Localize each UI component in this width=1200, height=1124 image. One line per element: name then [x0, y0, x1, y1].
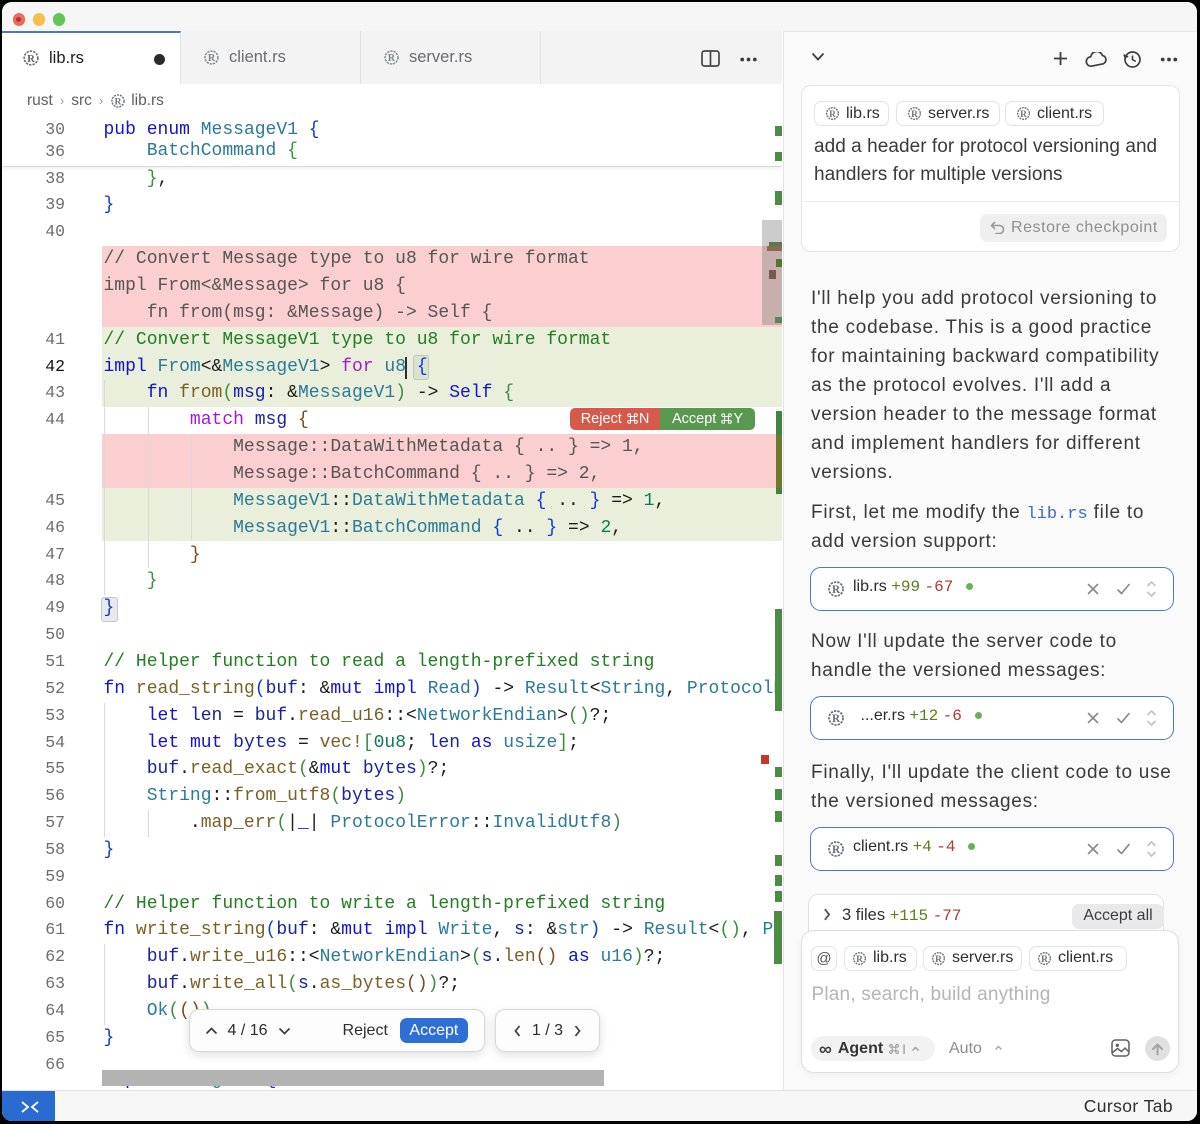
svg-text:R: R [831, 713, 840, 725]
svg-text:R: R [208, 53, 216, 64]
svg-text:R: R [935, 954, 942, 964]
svg-text:R: R [831, 844, 840, 856]
svg-text:R: R [856, 954, 863, 964]
svg-text:R: R [831, 584, 840, 596]
svg-text:R: R [829, 110, 836, 120]
svg-text:R: R [1041, 954, 1048, 964]
svg-text:R: R [1020, 110, 1027, 120]
svg-text:R: R [27, 53, 35, 65]
svg-text:R: R [115, 96, 123, 107]
svg-text:R: R [911, 110, 918, 120]
svg-text:R: R [388, 53, 396, 64]
